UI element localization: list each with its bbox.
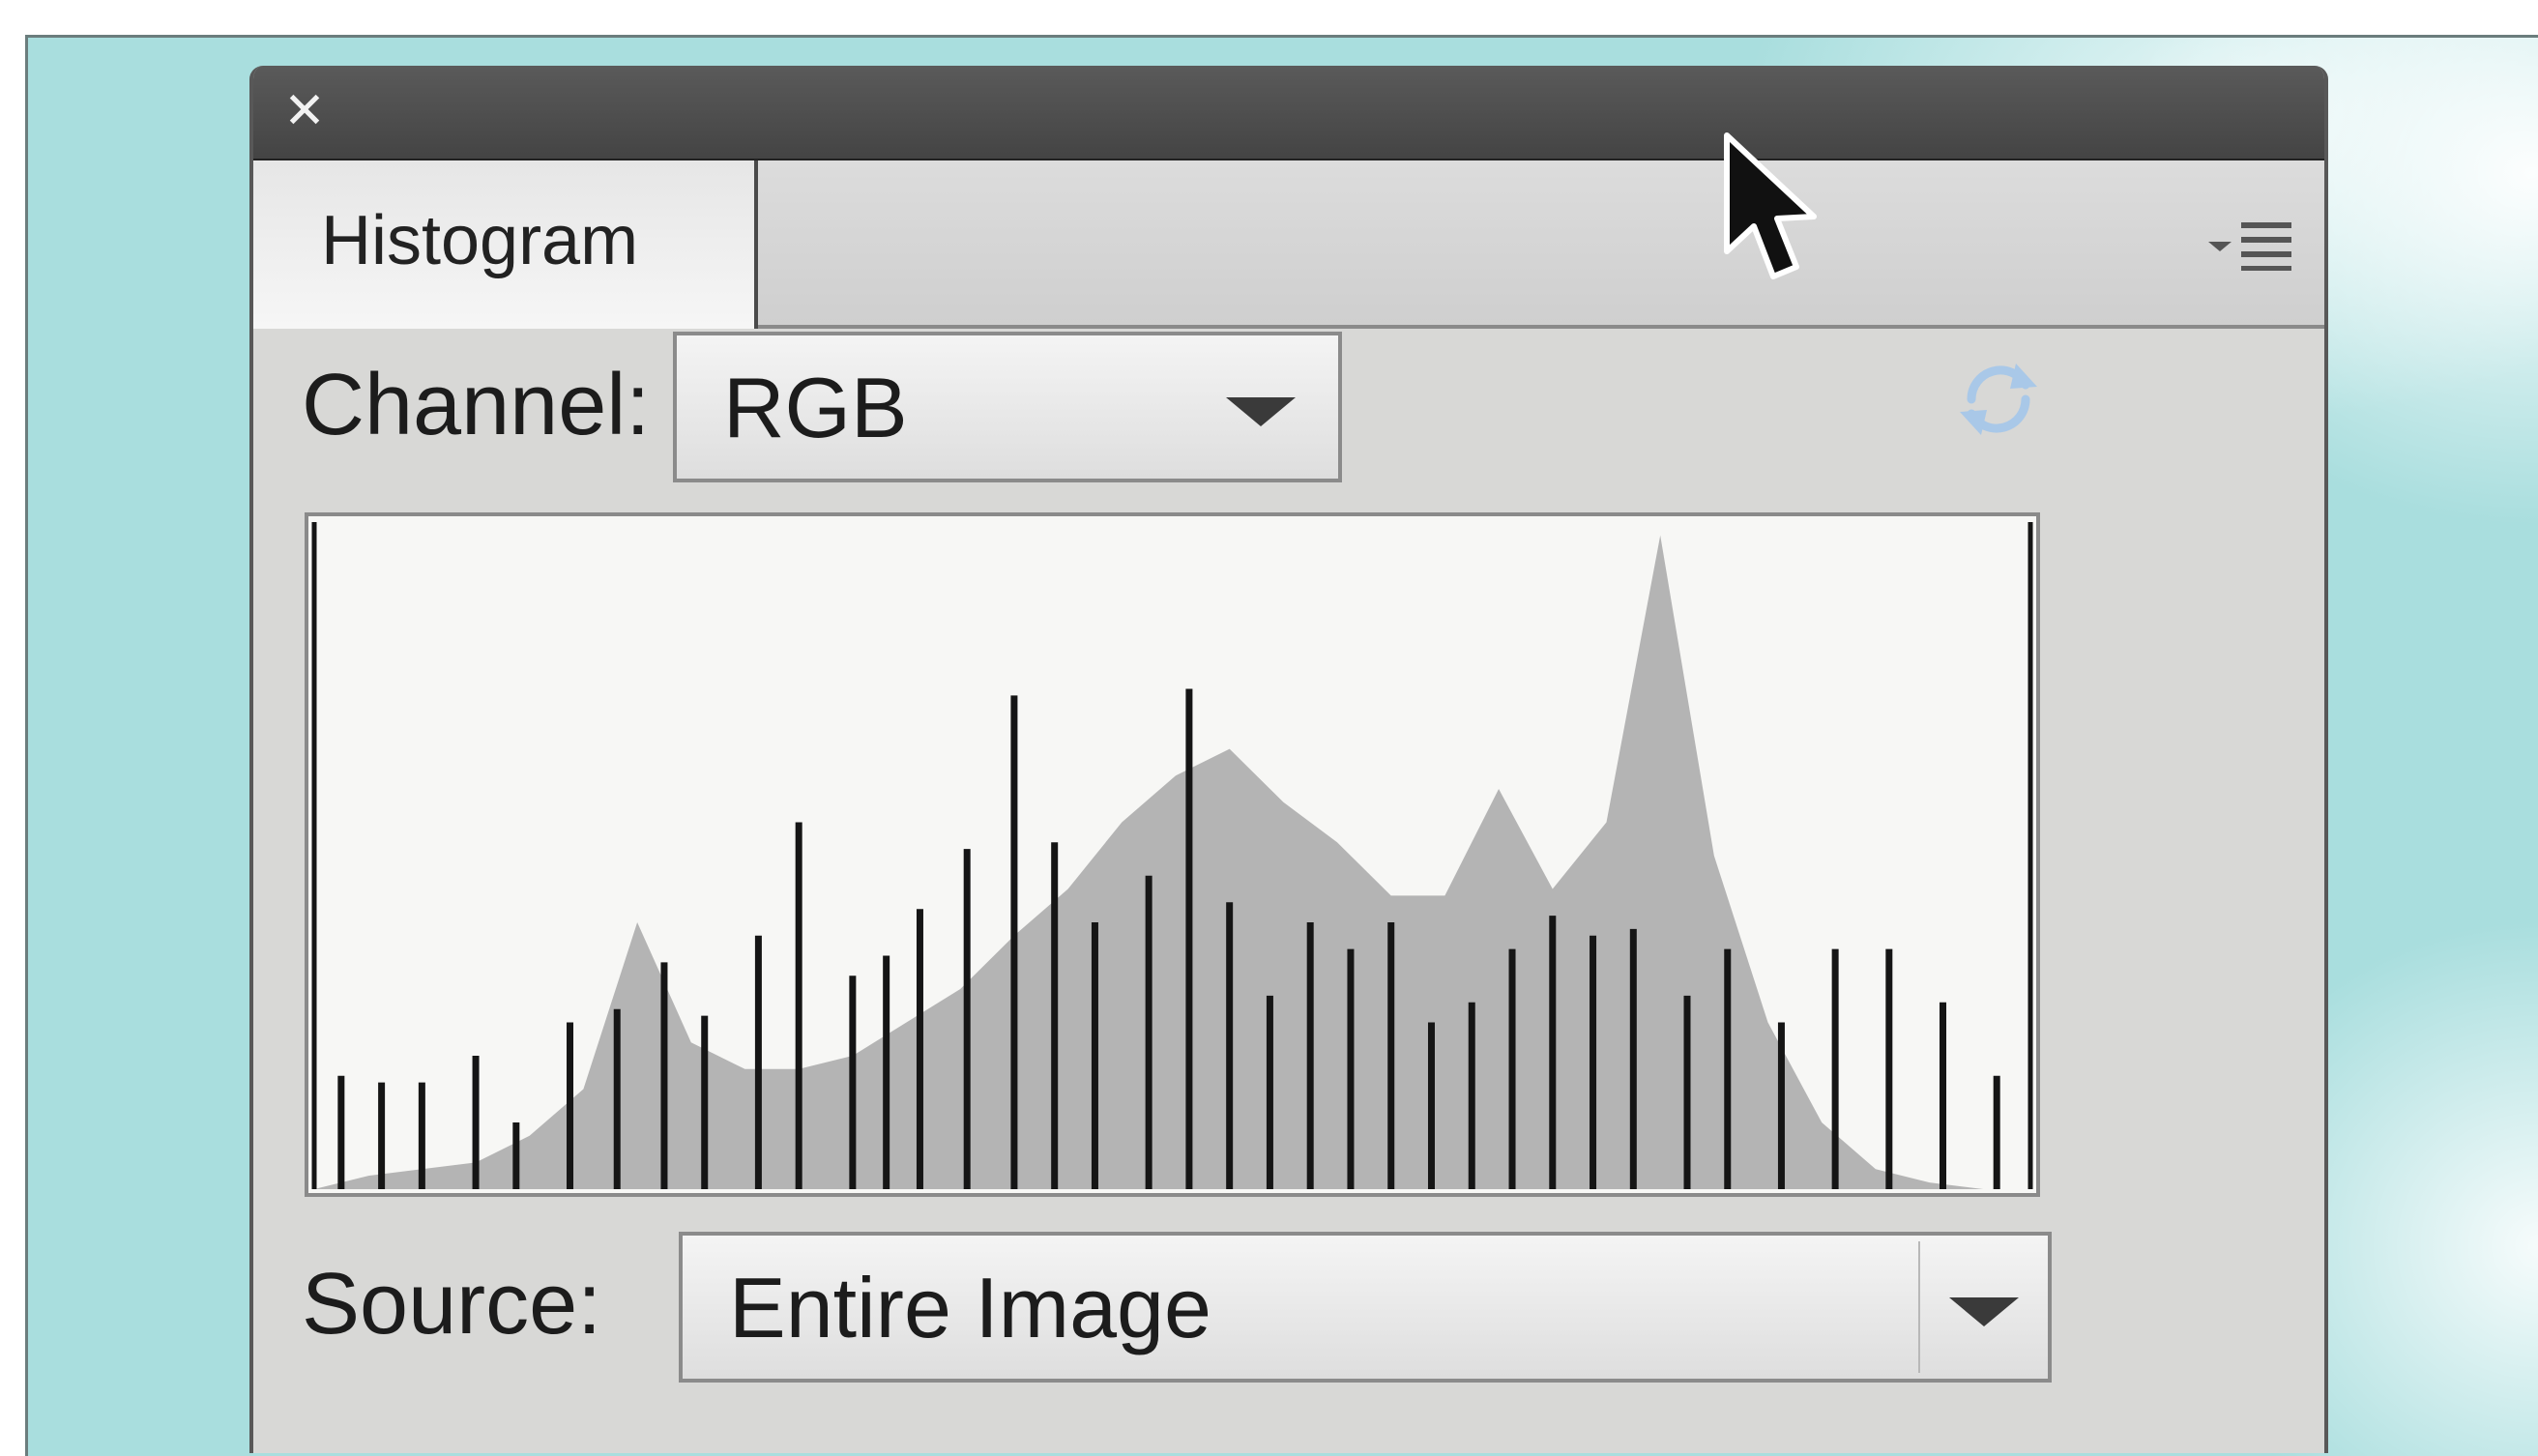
source-select-value: Entire Image	[729, 1260, 1211, 1355]
panel-menu-icon[interactable]	[2199, 215, 2305, 282]
tab-strip: Histogram	[253, 160, 2324, 329]
source-label: Source:	[302, 1256, 602, 1353]
mouse-pointer-icon	[1719, 131, 1825, 286]
select-divider	[1918, 1241, 1920, 1373]
chevron-down-icon	[1949, 1297, 2019, 1326]
channel-label: Channel:	[302, 357, 651, 453]
close-icon[interactable]: ✕	[280, 86, 329, 136]
chevron-down-icon	[1226, 397, 1296, 426]
histogram-svg	[311, 522, 2033, 1189]
histogram-graph	[305, 512, 2040, 1197]
panel-title-bar[interactable]: ✕	[253, 66, 2324, 160]
panel-menu-arrow	[2208, 242, 2232, 251]
channel-select[interactable]: RGB	[673, 332, 1342, 482]
refresh-icon[interactable]	[1950, 346, 2047, 452]
tab-histogram[interactable]: Histogram	[253, 160, 758, 329]
channel-select-value: RGB	[723, 360, 908, 455]
histogram-panel: ✕ Histogram Channel: RGB Source: Entire …	[249, 66, 2328, 1453]
panel-menu-lines	[2241, 222, 2291, 271]
tab-histogram-label: Histogram	[321, 202, 639, 279]
source-select[interactable]: Entire Image	[679, 1232, 2052, 1383]
